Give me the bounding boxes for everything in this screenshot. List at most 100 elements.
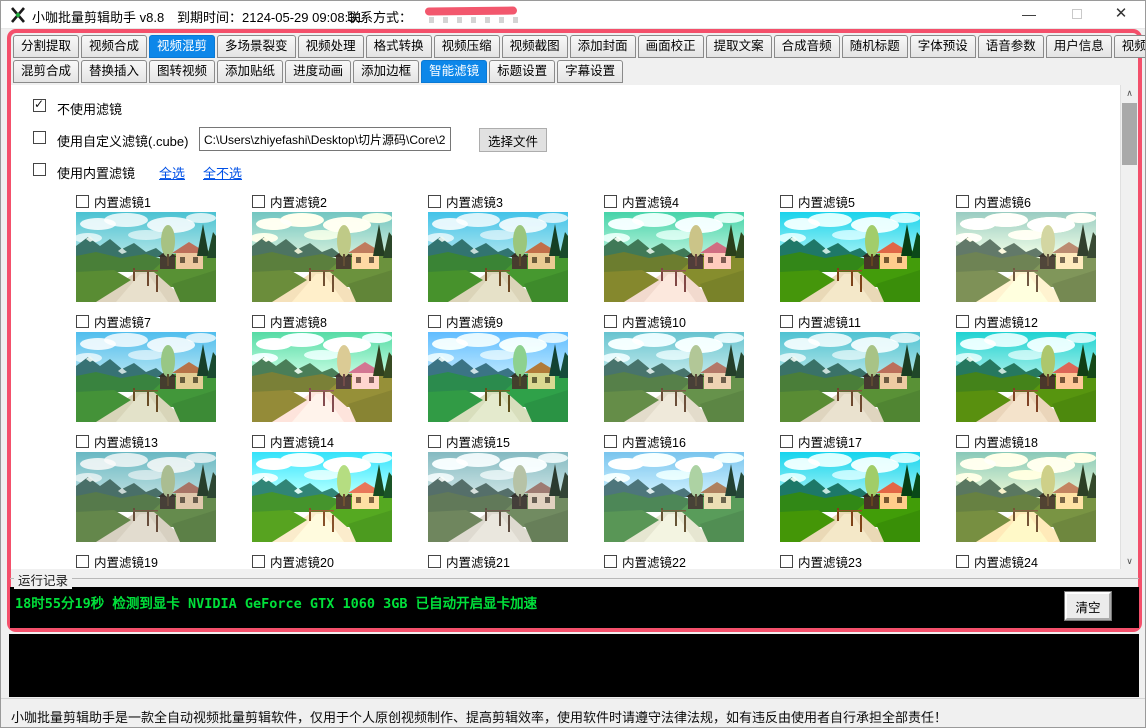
- custom-filter-checkbox[interactable]: [33, 131, 46, 144]
- filter-thumbnail[interactable]: [604, 452, 744, 542]
- tab-item[interactable]: 替换插入: [81, 60, 148, 83]
- clear-log-button[interactable]: 清空: [1064, 591, 1112, 621]
- filter-label: 内置滤镜13: [94, 436, 158, 450]
- filter-thumbnail[interactable]: [780, 452, 920, 542]
- scrollbar-thumb[interactable]: [1122, 103, 1137, 165]
- filter-checkbox[interactable]: [428, 435, 441, 448]
- filter-checkbox[interactable]: [76, 555, 89, 568]
- window-title: 小咖批量剪辑助手 v8.8: [32, 10, 165, 25]
- tab-item[interactable]: 语音参数: [977, 35, 1044, 58]
- tab-item[interactable]: 视频压缩: [433, 35, 500, 58]
- filter-checkbox[interactable]: [604, 195, 617, 208]
- scrollbar-down-icon[interactable]: ∨: [1121, 553, 1138, 569]
- tab-item[interactable]: 视频截图: [501, 35, 568, 58]
- filter-checkbox[interactable]: [252, 195, 265, 208]
- filter-label: 内置滤镜17: [798, 436, 862, 450]
- filter-checkbox[interactable]: [780, 555, 793, 568]
- filter-item-head: 内置滤镜17: [780, 433, 920, 450]
- tab-item[interactable]: 图转视频: [149, 60, 216, 83]
- filter-checkbox[interactable]: [428, 555, 441, 568]
- tab-item[interactable]: 随机标题: [841, 35, 908, 58]
- tab-label: 图转视频: [157, 64, 208, 78]
- filter-checkbox[interactable]: [956, 435, 969, 448]
- tab-item[interactable]: 提取文案: [705, 35, 772, 58]
- filter-checkbox[interactable]: [252, 435, 265, 448]
- filter-thumbnail[interactable]: [428, 452, 568, 542]
- builtin-filter-checkbox[interactable]: [33, 163, 46, 176]
- tab-item[interactable]: 标题设置: [489, 60, 556, 83]
- filter-thumbnail[interactable]: [956, 212, 1096, 302]
- filter-checkbox[interactable]: [604, 435, 617, 448]
- choose-file-button[interactable]: 选择文件: [479, 128, 547, 152]
- minimize-button[interactable]: —: [1013, 1, 1045, 29]
- tab-item[interactable]: 添加贴纸: [217, 60, 284, 83]
- select-none-link[interactable]: 全不选: [203, 163, 242, 182]
- filter-thumbnail[interactable]: [76, 452, 216, 542]
- tab-item[interactable]: 分割提取: [13, 35, 80, 58]
- filter-checkbox[interactable]: [428, 315, 441, 328]
- tab-item[interactable]: 视频处理: [297, 35, 364, 58]
- filter-label: 内置滤镜4: [622, 196, 679, 210]
- tab-label: 添加封面: [577, 39, 628, 53]
- filter-thumbnail[interactable]: [428, 332, 568, 422]
- filter-checkbox[interactable]: [76, 435, 89, 448]
- filter-checkbox[interactable]: [76, 315, 89, 328]
- select-all-link[interactable]: 全选: [159, 163, 185, 182]
- tab-item[interactable]: 添加边框: [353, 60, 420, 83]
- filter-thumbnail[interactable]: [956, 452, 1096, 542]
- tab-label: 智能滤镜: [429, 64, 480, 78]
- tab-item[interactable]: 混剪合成: [13, 60, 80, 83]
- filter-item-head: 内置滤镜21: [428, 553, 568, 569]
- filter-label: 内置滤镜1: [94, 196, 151, 210]
- custom-filter-path-input[interactable]: [199, 127, 451, 151]
- filter-thumbnail[interactable]: [76, 332, 216, 422]
- tab-item[interactable]: 视频混剪: [149, 35, 216, 58]
- tab-item[interactable]: 多场景裂变: [217, 35, 296, 58]
- filter-checkbox[interactable]: [956, 555, 969, 568]
- no-filter-checkbox[interactable]: [33, 97, 46, 112]
- filter-checkbox[interactable]: [956, 315, 969, 328]
- tab-item[interactable]: 进度动画: [285, 60, 352, 83]
- filter-thumbnail[interactable]: [956, 332, 1096, 422]
- filter-item: 内置滤镜14: [252, 433, 392, 542]
- panel-scrollbar[interactable]: ∧ ∨: [1120, 85, 1138, 569]
- tab-item[interactable]: 字体预设: [909, 35, 976, 58]
- tab-label: 添加边框: [361, 64, 412, 78]
- filter-item: 内置滤镜10: [604, 313, 744, 422]
- tab-item[interactable]: 智能滤镜: [421, 60, 488, 83]
- filter-thumbnail[interactable]: [428, 212, 568, 302]
- filter-checkbox[interactable]: [780, 435, 793, 448]
- filter-checkbox[interactable]: [604, 555, 617, 568]
- filter-thumbnail[interactable]: [76, 212, 216, 302]
- filter-checkbox[interactable]: [780, 195, 793, 208]
- filter-thumbnail[interactable]: [252, 332, 392, 422]
- tab-item[interactable]: 用户信息: [1045, 35, 1112, 58]
- tab-item[interactable]: 画面校正: [637, 35, 704, 58]
- filter-checkbox[interactable]: [956, 195, 969, 208]
- close-button[interactable]: ✕: [1105, 1, 1137, 29]
- filter-checkbox[interactable]: [780, 315, 793, 328]
- expire-time-text: 到期时间：2124-05-29 09:08:31: [177, 10, 363, 25]
- filter-checkbox[interactable]: [428, 195, 441, 208]
- filter-item-head: 内置滤镜5: [780, 193, 920, 210]
- filter-thumbnail[interactable]: [252, 212, 392, 302]
- filter-checkbox[interactable]: [252, 555, 265, 568]
- filter-item-head: 内置滤镜4: [604, 193, 744, 210]
- tab-item[interactable]: 字幕设置: [557, 60, 624, 83]
- tab-item[interactable]: 格式转换: [365, 35, 432, 58]
- tab-item[interactable]: 视频教程: [1113, 35, 1145, 58]
- filter-checkbox[interactable]: [76, 195, 89, 208]
- filter-checkbox[interactable]: [252, 315, 265, 328]
- tab-item[interactable]: 视频合成: [81, 35, 148, 58]
- filter-item-head: 内置滤镜2: [252, 193, 392, 210]
- filter-thumbnail[interactable]: [780, 212, 920, 302]
- filter-thumbnail[interactable]: [252, 452, 392, 542]
- tab-item[interactable]: 添加封面: [569, 35, 636, 58]
- filter-thumbnail[interactable]: [780, 332, 920, 422]
- filter-checkbox[interactable]: [604, 315, 617, 328]
- scrollbar-up-icon[interactable]: ∧: [1121, 85, 1138, 101]
- tab-item[interactable]: 合成音频: [773, 35, 840, 58]
- filter-thumbnail[interactable]: [604, 332, 744, 422]
- filter-item-head: 内置滤镜14: [252, 433, 392, 450]
- filter-thumbnail[interactable]: [604, 212, 744, 302]
